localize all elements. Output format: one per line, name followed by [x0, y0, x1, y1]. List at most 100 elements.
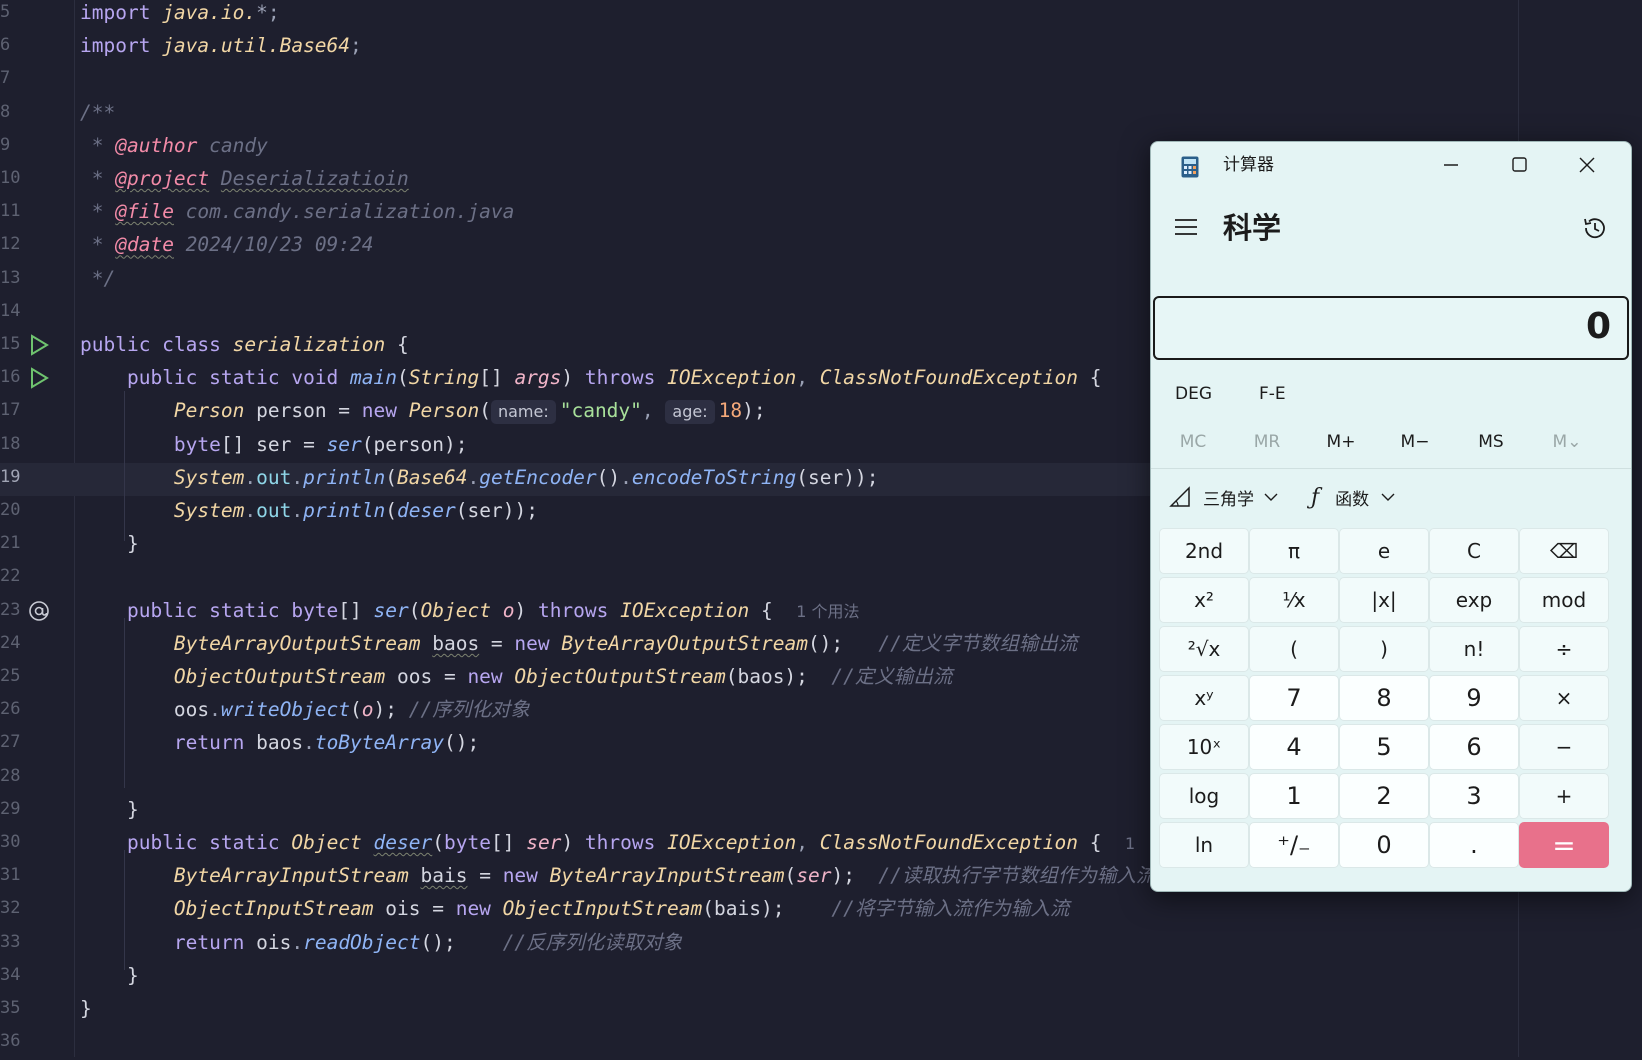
- code-line[interactable]: 32 ObjectInputStream ois = new ObjectInp…: [0, 894, 1180, 927]
- line-number: 11: [0, 201, 21, 222]
- run-gutter-icon[interactable]: [28, 334, 50, 356]
- calc-key[interactable]: −: [1519, 724, 1609, 770]
- code-line[interactable]: 19 System.out.println(Base64.getEncoder(…: [0, 462, 1160, 496]
- calc-key[interactable]: 0: [1339, 822, 1429, 868]
- memory-button[interactable]: M⌄: [1537, 432, 1597, 452]
- code-token: println: [303, 465, 386, 489]
- close-button[interactable]: [1565, 150, 1609, 180]
- code-line[interactable]: 24 ByteArrayOutputStream baos = new Byte…: [0, 629, 1180, 662]
- code-line[interactable]: 25 ObjectOutputStream oos = new ObjectOu…: [0, 662, 1180, 695]
- calc-key[interactable]: 8: [1339, 675, 1429, 721]
- deg-toggle-button[interactable]: DEG: [1175, 384, 1212, 404]
- code-line[interactable]: 16 public static void main(String[] args…: [0, 363, 1180, 396]
- usage-hint[interactable]: 1: [1125, 834, 1135, 853]
- code-line[interactable]: 7: [0, 64, 1180, 97]
- calc-key[interactable]: ×: [1519, 675, 1609, 721]
- code-line[interactable]: 22: [0, 562, 1180, 595]
- calc-key[interactable]: ⌫: [1519, 528, 1609, 574]
- code-text: */: [80, 264, 116, 297]
- calc-key[interactable]: mod: [1519, 577, 1609, 623]
- calc-key[interactable]: 7: [1249, 675, 1339, 721]
- calc-key[interactable]: |x|: [1339, 577, 1429, 623]
- calc-key[interactable]: C: [1429, 528, 1519, 574]
- calc-key[interactable]: 2: [1339, 773, 1429, 819]
- code-line[interactable]: 15 public class serialization {: [0, 330, 1180, 363]
- calc-key[interactable]: 1: [1249, 773, 1339, 819]
- calc-key[interactable]: ln: [1159, 822, 1249, 868]
- code-line[interactable]: 20 System.out.println(deser(ser));: [0, 496, 1180, 529]
- calc-key[interactable]: +: [1519, 773, 1609, 819]
- memory-button[interactable]: MS: [1461, 432, 1521, 452]
- calc-key[interactable]: .: [1429, 822, 1519, 868]
- code-line[interactable]: 34 }: [0, 961, 1180, 994]
- maximize-button[interactable]: [1497, 150, 1541, 180]
- code-line[interactable]: 12 * @date 2024/10/23 09:24: [0, 230, 1180, 263]
- code-token: public static byte: [126, 598, 339, 622]
- fe-toggle-button[interactable]: F-E: [1259, 384, 1286, 404]
- code-line[interactable]: 35}: [0, 994, 1180, 1027]
- history-icon[interactable]: [1581, 214, 1609, 242]
- code-line[interactable]: 6 import java.util.Base64;: [0, 31, 1180, 64]
- code-line[interactable]: 9 * @author candy: [0, 131, 1180, 164]
- calc-key[interactable]: ¹⁄x: [1249, 577, 1339, 623]
- code-token: //序列化对象: [408, 698, 530, 722]
- code-line[interactable]: 5 import java.io.*;: [0, 0, 1180, 31]
- calc-key[interactable]: 3: [1429, 773, 1519, 819]
- code-token: .: [244, 465, 257, 489]
- calc-key[interactable]: e: [1339, 528, 1429, 574]
- memory-button[interactable]: MC: [1163, 432, 1223, 452]
- minimize-button[interactable]: [1429, 150, 1473, 180]
- code-line[interactable]: 30 public static Object deser(byte[] ser…: [0, 828, 1180, 861]
- run-gutter-icon[interactable]: [28, 367, 50, 389]
- code-line[interactable]: 26 oos.writeObject(o); //序列化对象: [0, 695, 1180, 728]
- implements-gutter-icon[interactable]: [28, 600, 50, 622]
- function-dropdown[interactable]: ƒ 函数: [1311, 484, 1395, 510]
- calc-key[interactable]: (: [1249, 626, 1339, 672]
- code-line[interactable]: 13 */: [0, 264, 1180, 297]
- code-token: ): [561, 366, 585, 390]
- code-line[interactable]: 23 public static byte[] ser(Object o) th…: [0, 596, 1180, 629]
- usage-hint[interactable]: 1 个用法: [796, 602, 859, 621]
- calc-key[interactable]: 5: [1339, 724, 1429, 770]
- code-token: ser: [326, 432, 362, 456]
- calc-key[interactable]: =: [1519, 822, 1609, 868]
- code-line[interactable]: 8 /**: [0, 98, 1180, 131]
- calc-key[interactable]: log: [1159, 773, 1249, 819]
- code-line[interactable]: 17 Person person = new Person(name: "cand…: [0, 396, 1180, 429]
- code-line[interactable]: 10 * @project Deserializatioin: [0, 164, 1180, 197]
- code-line[interactable]: 18 byte[] ser = ser(person);: [0, 430, 1180, 463]
- calc-key[interactable]: ⁺∕₋: [1249, 822, 1339, 868]
- calc-key[interactable]: ): [1339, 626, 1429, 672]
- trig-dropdown[interactable]: 三角学: [1169, 484, 1278, 510]
- calc-key[interactable]: 2nd: [1159, 528, 1249, 574]
- line-number: 7: [0, 68, 11, 89]
- calculator-titlebar[interactable]: 计算器: [1151, 142, 1631, 188]
- calculator-window[interactable]: 计算器 科学 0 DEG F-E MC MR M+ M− MS M⌄ 三角学 ƒ…: [1150, 141, 1632, 892]
- calc-key[interactable]: ²√x: [1159, 626, 1249, 672]
- calc-key[interactable]: xʸ: [1159, 675, 1249, 721]
- code-line[interactable]: 28: [0, 762, 1180, 795]
- code-line[interactable]: 33 return ois.readObject(); //反序列化读取对象: [0, 928, 1180, 961]
- calc-key[interactable]: π: [1249, 528, 1339, 574]
- code-line[interactable]: 29 }: [0, 795, 1180, 828]
- calc-key[interactable]: x²: [1159, 577, 1249, 623]
- code-line[interactable]: 11 * @file com.candy.serialization.java: [0, 197, 1180, 230]
- calc-key[interactable]: ÷: [1519, 626, 1609, 672]
- code-line[interactable]: 31 ByteArrayInputStream bais = new ByteA…: [0, 861, 1180, 894]
- calc-key[interactable]: 4: [1249, 724, 1339, 770]
- calc-key[interactable]: 10ˣ: [1159, 724, 1249, 770]
- code-line[interactable]: 21 }: [0, 529, 1180, 562]
- calc-key[interactable]: 9: [1429, 675, 1519, 721]
- memory-button[interactable]: M+: [1311, 432, 1371, 452]
- calc-key[interactable]: 6: [1429, 724, 1519, 770]
- hamburger-menu-icon[interactable]: [1175, 218, 1197, 236]
- calc-key[interactable]: exp: [1429, 577, 1519, 623]
- memory-button[interactable]: M−: [1385, 432, 1445, 452]
- code-line[interactable]: 36: [0, 1027, 1180, 1060]
- code-line[interactable]: 27 return baos.toByteArray();: [0, 728, 1180, 761]
- code-line[interactable]: 14: [0, 297, 1180, 330]
- calc-key[interactable]: n!: [1429, 626, 1519, 672]
- memory-button[interactable]: MR: [1237, 432, 1297, 452]
